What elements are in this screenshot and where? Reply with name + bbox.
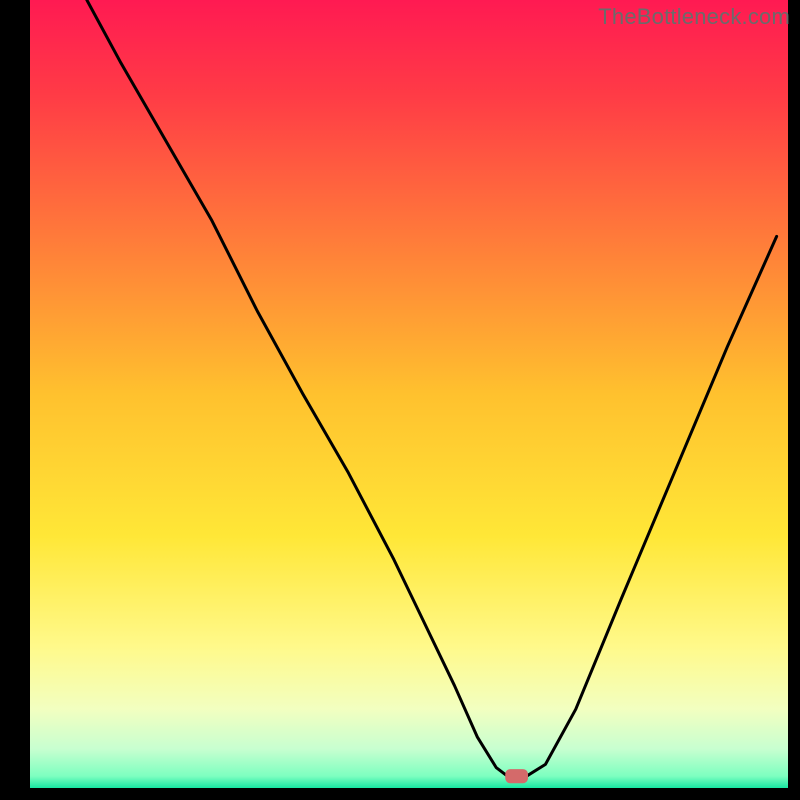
watermark-label: TheBottleneck.com — [598, 4, 790, 30]
optimum-marker — [505, 769, 528, 783]
plot-area — [30, 0, 788, 788]
chart-svg — [0, 0, 800, 800]
bottleneck-chart: TheBottleneck.com — [0, 0, 800, 800]
